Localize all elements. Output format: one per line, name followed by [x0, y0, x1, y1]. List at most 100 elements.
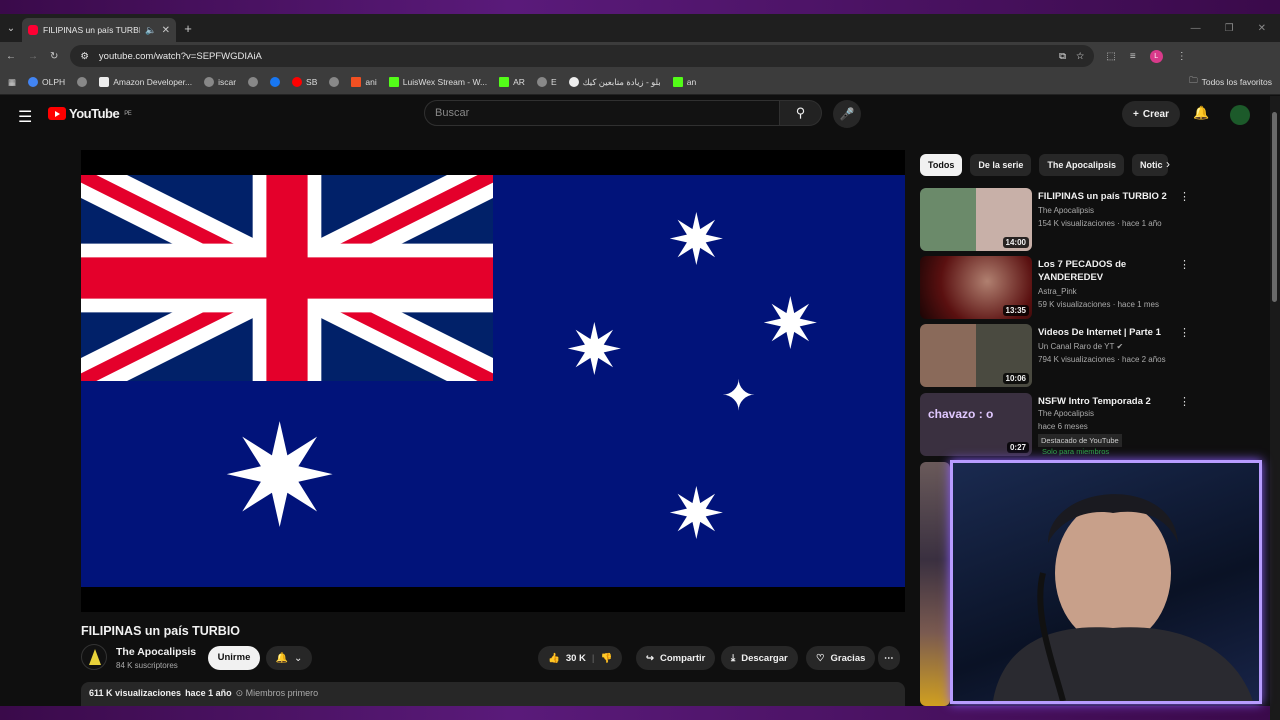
rec-channel: Astra_Pink: [1038, 287, 1077, 296]
bookmark-e[interactable]: E: [536, 77, 557, 87]
bookmark-1[interactable]: [77, 77, 88, 87]
tab-strip: ⌄ FILIPINAS un país TURBIO - 🔈 ✕ + — ❐ ✕: [0, 14, 1280, 42]
chevron-right-icon[interactable]: ›: [1166, 157, 1170, 171]
share-button[interactable]: ↪ Compartir: [636, 646, 716, 670]
tab-title: FILIPINAS un país TURBIO -: [43, 25, 140, 35]
recommendation-item[interactable]: 14:00 FILIPINAS un país TURBIO 2 The Apo…: [920, 188, 1250, 252]
address-bar[interactable]: ⚙ youtube.com/watch?v=SEPFWGDIAiA ⧉ ☆: [70, 45, 1095, 67]
bookmark-ani[interactable]: ani: [351, 77, 377, 87]
bookmark-iscar[interactable]: iscar: [204, 77, 236, 87]
share-icon: ↪: [646, 652, 654, 664]
forward-icon[interactable]: →: [28, 51, 38, 62]
search-input[interactable]: Buscar: [424, 100, 780, 126]
bookmark-globe-2[interactable]: [329, 77, 340, 87]
youtube-favicon-icon: [28, 25, 38, 35]
active-tab[interactable]: FILIPINAS un país TURBIO - 🔈 ✕: [22, 18, 176, 42]
video-thumbnail[interactable]: chavazo : o 0:27: [920, 393, 1032, 456]
thanks-button[interactable]: ♡ Gracias: [806, 646, 876, 670]
notifications-icon[interactable]: 🔔: [1193, 105, 1209, 121]
bookmark-sb[interactable]: SB: [292, 77, 317, 87]
southern-cross-star-icon: ✷: [667, 475, 726, 553]
bookmark-star-icon[interactable]: ☆: [1076, 51, 1085, 62]
back-icon[interactable]: ←: [6, 51, 16, 62]
more-vert-icon[interactable]: ⋮: [1179, 190, 1190, 203]
tab-search-icon[interactable]: ⌄: [0, 23, 22, 34]
chip-all[interactable]: Todos: [920, 154, 963, 176]
logo-text: YouTube: [69, 106, 120, 121]
install-app-icon[interactable]: ⧉: [1059, 51, 1066, 62]
create-button[interactable]: + Crear: [1122, 101, 1180, 127]
duration-badge: 14:00: [1002, 237, 1029, 248]
youtube-logo[interactable]: YouTube PE: [48, 106, 132, 121]
video-thumbnail[interactable]: 14:00: [920, 188, 1032, 251]
bookmark-arabic[interactable]: بلو - زيادة متابعين كيك: [568, 77, 661, 88]
download-button[interactable]: ⤓ Descargar: [721, 646, 798, 670]
chip-news[interactable]: Notic: [1132, 154, 1169, 176]
bell-icon: 🔔: [275, 652, 289, 664]
media-control-icon[interactable]: ≡: [1130, 51, 1136, 62]
apps-grid-icon[interactable]: ▦: [8, 77, 16, 88]
like-button[interactable]: 👍 30 K | 👎: [538, 646, 623, 670]
southern-cross-star-icon: ✷: [667, 201, 726, 279]
recommendation-item[interactable]: chavazo : o 0:27 NSFW Intro Temporada 2 …: [920, 393, 1250, 457]
recommendation-item[interactable]: 10:06 Videos De Internet | Parte 1 Un Ca…: [920, 324, 1250, 388]
restore-icon[interactable]: ❐: [1225, 23, 1234, 34]
notification-settings-button[interactable]: 🔔 ⌄: [266, 646, 312, 670]
chip-from-series[interactable]: De la serie: [970, 154, 1032, 176]
more-vert-icon[interactable]: ⋮: [1179, 258, 1190, 271]
navigation-bar: ← → ↻ ⚙ youtube.com/watch?v=SEPFWGDIAiA …: [0, 42, 1280, 70]
thumbs-up-icon: 👍: [548, 652, 560, 664]
bookmark-globe[interactable]: [248, 77, 259, 87]
rec-meta: 794 K visualizaciones · hace 2 años: [1038, 355, 1166, 364]
verified-icon: ✔: [1116, 342, 1124, 351]
channel-name[interactable]: The Apocalipsis: [116, 646, 196, 658]
folder-icon: 🗀: [1189, 75, 1198, 85]
bookmark-ar[interactable]: AR: [499, 77, 525, 87]
chevron-down-icon: ⌄: [294, 652, 303, 664]
rec-title: FILIPINAS un país TURBIO 2: [1038, 191, 1167, 202]
thumbs-down-icon[interactable]: 👎: [601, 653, 613, 664]
profile-avatar[interactable]: L: [1149, 49, 1163, 63]
more-vert-icon[interactable]: ⋮: [1179, 395, 1190, 408]
search-button[interactable]: ⚲: [780, 100, 822, 126]
page-scrollbar[interactable]: [1270, 96, 1280, 720]
featured-badge: Destacado de YouTube: [1038, 434, 1122, 447]
channel-avatar[interactable]: [81, 644, 107, 670]
rec-meta: 59 K visualizaciones · hace 1 mes: [1038, 300, 1159, 309]
all-bookmarks[interactable]: 🗀 Todos los favoritos: [1189, 75, 1272, 89]
video-thumbnail[interactable]: [920, 462, 950, 706]
close-window-icon[interactable]: ✕: [1258, 23, 1266, 34]
reload-icon[interactable]: ↻: [50, 51, 58, 62]
voice-search-icon[interactable]: 🎤: [833, 100, 861, 128]
download-icon: ⤓: [731, 652, 736, 664]
close-tab-icon[interactable]: ✕: [162, 25, 170, 36]
browser-menu-icon[interactable]: ⋮: [1177, 51, 1187, 62]
video-player[interactable]: ✷ ✷ ✷ ✷ ✦ ✷: [81, 150, 905, 612]
new-tab-button[interactable]: +: [176, 21, 200, 36]
recommendation-item[interactable]: 13:35 Los 7 PECADOS de YANDEREDEV Astra_…: [920, 256, 1250, 320]
join-button[interactable]: Unirme: [208, 646, 260, 670]
thumbnail-text: chavazo : o: [928, 407, 994, 421]
video-thumbnail[interactable]: 13:35: [920, 256, 1032, 319]
more-vert-icon[interactable]: ⋮: [1179, 326, 1190, 339]
chip-channel[interactable]: The Apocalipsis: [1039, 154, 1125, 176]
bookmark-amazon[interactable]: Amazon Developer...: [99, 77, 192, 87]
southern-cross-star-icon: ✷: [761, 285, 820, 363]
scrollbar-thumb[interactable]: [1272, 112, 1277, 302]
more-actions-button[interactable]: ⋯: [878, 646, 900, 670]
super-thanks-icon: ♡: [816, 652, 825, 664]
description-box[interactable]: 611 K visualizaciones hace 1 año ⊙ Miemb…: [81, 682, 905, 706]
bookmark-facebook[interactable]: [270, 77, 281, 87]
bookmark-an[interactable]: an: [672, 77, 696, 87]
minimize-icon[interactable]: —: [1191, 23, 1201, 34]
bookmark-olph[interactable]: OLPH: [28, 77, 65, 87]
video-thumbnail[interactable]: 10:06: [920, 324, 1032, 387]
extensions-icon[interactable]: ⬚: [1106, 51, 1115, 62]
bookmark-luiswex[interactable]: LuisWex Stream - W...: [388, 77, 487, 87]
search-icon: ⚲: [795, 105, 806, 120]
user-avatar[interactable]: [1230, 105, 1250, 125]
audio-icon[interactable]: 🔈: [145, 25, 156, 36]
menu-icon[interactable]: ☰: [18, 107, 32, 127]
site-info-icon[interactable]: ⚙: [80, 51, 89, 62]
duration-badge: 0:27: [1006, 442, 1029, 453]
